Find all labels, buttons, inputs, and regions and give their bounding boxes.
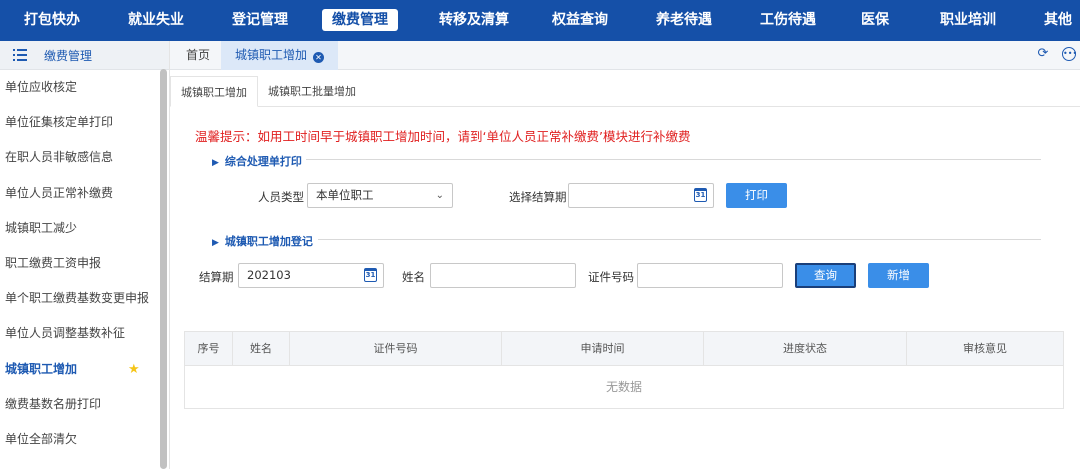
tab-home[interactable]: 首页 <box>186 41 210 70</box>
table-header: 序号 姓名 证件号码 申请时间 进度状态 审核意见 <box>185 332 1063 366</box>
nav-item-registration[interactable]: 登记管理 <box>222 0 298 41</box>
nav-item-employment[interactable]: 就业失业 <box>118 0 194 41</box>
person-type-select[interactable]: 本单位职工 ⌄ <box>307 183 453 208</box>
sidebar-item[interactable]: 缴费基数名册打印 <box>0 387 158 422</box>
column-header: 序号 <box>185 332 233 366</box>
empty-state: 无数据 <box>605 380 642 394</box>
result-table: 序号 姓名 证件号码 申请时间 进度状态 审核意见 无数据 <box>184 331 1064 409</box>
calendar-icon[interactable]: 31 <box>694 188 707 202</box>
sidebar-item[interactable]: 单个职工缴费基数变更申报 <box>0 281 158 316</box>
sidebar-item[interactable]: 单位应收核定 <box>0 70 158 105</box>
section-print-title: ▶ 综合处理单打印 <box>212 153 302 169</box>
top-nav: 打包快办 就业失业 登记管理 缴费管理 转移及清算 权益查询 养老待遇 工伤待遇… <box>0 0 1080 41</box>
section-register-label: 城镇职工增加登记 <box>224 235 313 248</box>
sidebar-item[interactable]: 城镇职工减少 <box>0 211 158 246</box>
query-button[interactable]: 查询 <box>795 263 856 288</box>
select-period-label: 选择结算期 <box>509 190 567 204</box>
sidebar-item[interactable]: 在职人员非敏感信息 <box>0 140 158 175</box>
tab-current-label: 城镇职工增加 <box>235 48 308 62</box>
nav-item-injury[interactable]: 工伤待遇 <box>750 0 826 41</box>
nav-item-payment[interactable]: 缴费管理 <box>320 0 400 41</box>
nav-item-pension[interactable]: 养老待遇 <box>646 0 722 41</box>
menu-list-icon[interactable] <box>13 49 27 61</box>
person-type-value: 本单位职工 <box>316 188 374 202</box>
sidebar: 缴费管理 单位应收核定 单位征集核定单打印 在职人员非敏感信息 单位人员正常补缴… <box>0 41 170 469</box>
section-print-label: 综合处理单打印 <box>224 155 302 168</box>
refresh-icon[interactable]: ⟳ <box>1036 47 1050 61</box>
period-value: 202103 <box>247 268 291 282</box>
name-input[interactable] <box>430 263 576 288</box>
select-period-input[interactable]: 31 <box>568 183 714 208</box>
sidebar-item[interactable]: 单位全部清欠 <box>0 422 158 457</box>
sidebar-item-label: 城镇职工增加 <box>5 361 78 376</box>
divider <box>318 239 1041 240</box>
page-tabs-bar: 首页 城镇职工增加 ✕ ⟳ ••• <box>170 41 1080 70</box>
column-header: 姓名 <box>233 332 290 366</box>
sidebar-item[interactable]: 单位征集核定单打印 <box>0 105 158 140</box>
nav-item-rights-query[interactable]: 权益查询 <box>542 0 618 41</box>
calendar-icon[interactable]: 31 <box>364 268 377 282</box>
sidebar-title: 缴费管理 <box>44 48 93 63</box>
star-icon[interactable]: ★ <box>128 352 140 387</box>
sidebar-item[interactable]: 单位人员正常补缴费 <box>0 176 158 211</box>
period-input[interactable]: 202103 31 <box>238 263 384 288</box>
sidebar-item-active[interactable]: 城镇职工增加 ★ <box>0 352 158 387</box>
warning-tip: 温馨提示：如用工时间早于城镇职工增加时间，请到‘单位人员正常补缴费’模块进行补缴… <box>195 129 691 144</box>
nav-item-other[interactable]: 其他 <box>1036 0 1080 41</box>
nav-item-medical[interactable]: 医保 <box>850 0 900 41</box>
more-icon[interactable]: ••• <box>1062 47 1077 61</box>
triangle-right-icon: ▶ <box>212 238 219 248</box>
sidebar-scrollbar[interactable] <box>160 69 167 469</box>
nav-item-training[interactable]: 职业培训 <box>930 0 1006 41</box>
sidebar-menu: 单位应收核定 单位征集核定单打印 在职人员非敏感信息 单位人员正常补缴费 城镇职… <box>0 70 169 457</box>
column-header: 申请时间 <box>502 332 704 366</box>
tab-current[interactable]: 城镇职工增加 ✕ <box>221 41 339 70</box>
triangle-right-icon: ▶ <box>212 158 219 168</box>
print-button[interactable]: 打印 <box>726 183 787 208</box>
column-header: 进度状态 <box>704 332 907 366</box>
tab-tools: ⟳ ••• <box>1036 47 1077 61</box>
sidebar-header: 缴费管理 <box>0 41 169 70</box>
sidebar-item[interactable]: 单位人员调整基数补征 <box>0 316 158 351</box>
column-header: 证件号码 <box>290 332 502 366</box>
divider <box>306 159 1041 160</box>
sub-tabs: 城镇职工增加 城镇职工批量增加 <box>170 76 1080 107</box>
subtab-single-add[interactable]: 城镇职工增加 <box>170 76 258 107</box>
name-label: 姓名 <box>402 270 425 284</box>
person-type-label: 人员类型 <box>258 190 304 204</box>
chevron-down-icon: ⌄ <box>435 190 444 201</box>
id-number-label: 证件号码 <box>588 270 634 284</box>
sidebar-item[interactable]: 职工缴费工资申报 <box>0 246 158 281</box>
close-icon[interactable]: ✕ <box>313 52 325 63</box>
column-header: 审核意见 <box>963 342 1007 355</box>
period-label: 结算期 <box>199 270 234 284</box>
subtab-batch-add[interactable]: 城镇职工批量增加 <box>258 76 366 107</box>
section-register-title: ▶ 城镇职工增加登记 <box>212 233 313 249</box>
nav-item-bundle[interactable]: 打包快办 <box>14 0 90 41</box>
add-button[interactable]: 新增 <box>868 263 929 288</box>
nav-item-transfer[interactable]: 转移及清算 <box>428 0 520 41</box>
id-number-input[interactable] <box>637 263 783 288</box>
